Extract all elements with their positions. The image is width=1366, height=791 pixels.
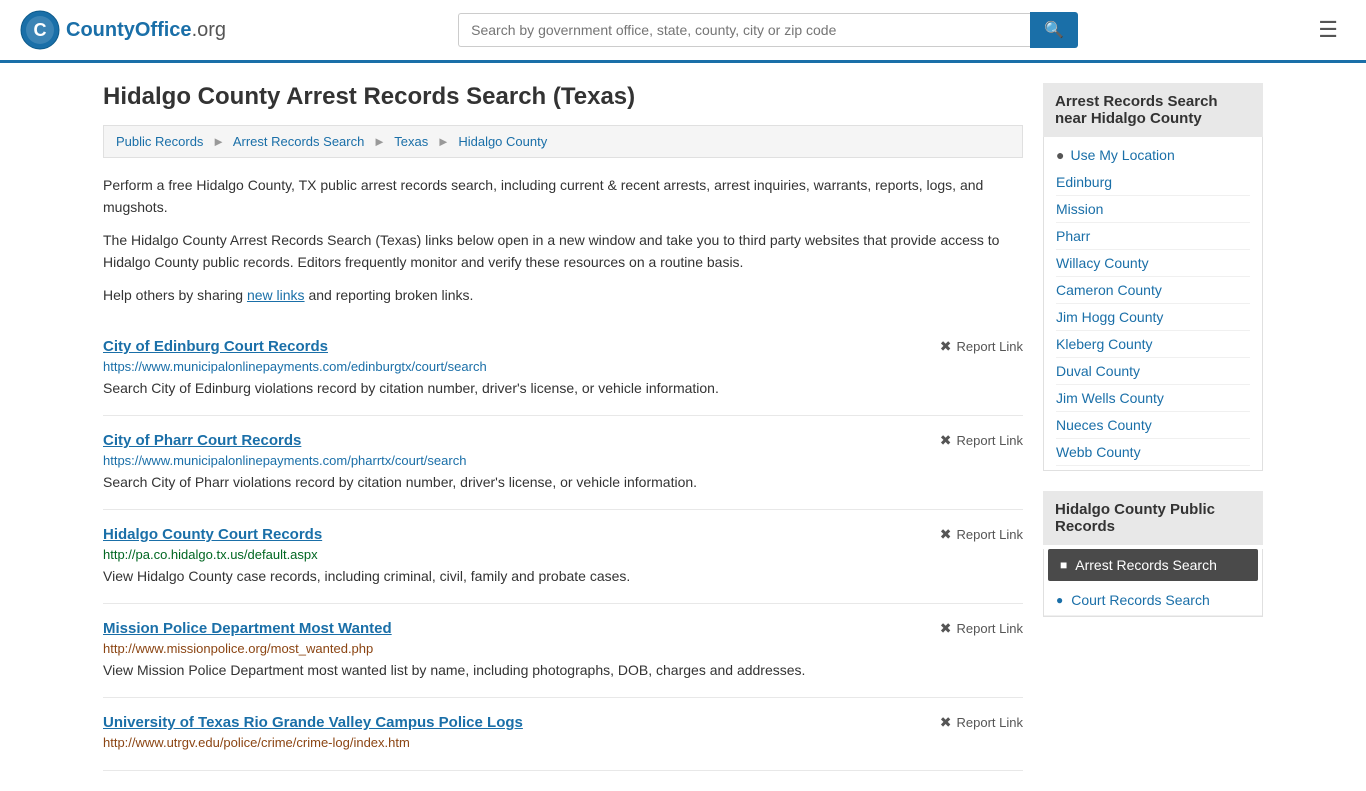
link-entry: City of Edinburg Court Records ✖ Report … <box>103 322 1023 416</box>
sidebar-nearby-links: EdinburgMissionPharrWillacy CountyCamero… <box>1056 169 1250 466</box>
page-title: Hidalgo County Arrest Records Search (Te… <box>103 83 1023 111</box>
link-title-2[interactable]: Hidalgo County Court Records <box>103 526 322 543</box>
link-title-3[interactable]: Mission Police Department Most Wanted <box>103 620 392 637</box>
intro-para2: The Hidalgo County Arrest Records Search… <box>103 229 1023 274</box>
report-link-btn-0[interactable]: ✖ Report Link <box>940 338 1023 355</box>
link-title-0[interactable]: City of Edinburg Court Records <box>103 338 328 355</box>
link-entry: Mission Police Department Most Wanted ✖ … <box>103 604 1023 698</box>
logo-area: C CountyOffice.org <box>20 10 226 50</box>
sidebar-nearby-link-2[interactable]: Pharr <box>1056 223 1250 250</box>
intro-para3-suffix: and reporting broken links. <box>305 287 474 303</box>
breadcrumb-sep-1: ► <box>212 134 225 149</box>
sidebar-nearby-link-5[interactable]: Jim Hogg County <box>1056 304 1250 331</box>
search-icon: 🔍 <box>1044 22 1064 39</box>
sidebar-nearby-link-0[interactable]: Edinburg <box>1056 169 1250 196</box>
location-pin-icon: ● <box>1056 147 1064 163</box>
use-my-location[interactable]: ● Use My Location <box>1056 141 1250 169</box>
report-link-btn-4[interactable]: ✖ Report Link <box>940 714 1023 731</box>
link-entry-header-1: City of Pharr Court Records ✖ Report Lin… <box>103 432 1023 449</box>
link-url-4: http://www.utrgv.edu/police/crime/crime-… <box>103 735 1023 750</box>
breadcrumb-arrest-records[interactable]: Arrest Records Search <box>233 134 365 149</box>
menu-button[interactable]: ☰ <box>1310 13 1346 47</box>
court-records-label: Court Records Search <box>1071 592 1210 608</box>
intro-para3: Help others by sharing new links and rep… <box>103 284 1023 306</box>
sidebar-public-records-body: ■ Arrest Records Search ● Court Records … <box>1043 549 1263 617</box>
sidebar-nearby-link-3[interactable]: Willacy County <box>1056 250 1250 277</box>
intro-para3-prefix: Help others by sharing <box>103 287 247 303</box>
logo-icon: C <box>20 10 60 50</box>
sidebar-nearby-link-10[interactable]: Webb County <box>1056 439 1250 466</box>
arrest-records-label: Arrest Records Search <box>1075 557 1217 573</box>
link-entry: City of Pharr Court Records ✖ Report Lin… <box>103 416 1023 510</box>
sidebar-nearby-link-8[interactable]: Jim Wells County <box>1056 385 1250 412</box>
link-url-2: http://pa.co.hidalgo.tx.us/default.aspx <box>103 547 1023 562</box>
sidebar-nearby-header: Arrest Records Search near Hidalgo Count… <box>1043 83 1263 137</box>
link-desc-0: Search City of Edinburg violations recor… <box>103 378 1023 399</box>
link-entry-header-4: University of Texas Rio Grande Valley Ca… <box>103 714 1023 731</box>
report-icon-2: ✖ <box>940 526 952 543</box>
content: Hidalgo County Arrest Records Search (Te… <box>103 83 1023 771</box>
logo-text: CountyOffice.org <box>66 19 226 42</box>
breadcrumb-sep-2: ► <box>373 134 386 149</box>
breadcrumb-texas[interactable]: Texas <box>394 134 428 149</box>
sidebar-public-records-header: Hidalgo County Public Records <box>1043 491 1263 545</box>
court-records-icon: ● <box>1056 593 1063 607</box>
breadcrumb: Public Records ► Arrest Records Search ►… <box>103 125 1023 158</box>
report-icon-0: ✖ <box>940 338 952 355</box>
link-entry: Hidalgo County Court Records ✖ Report Li… <box>103 510 1023 604</box>
link-entry-header-2: Hidalgo County Court Records ✖ Report Li… <box>103 526 1023 543</box>
search-input[interactable] <box>458 13 1030 47</box>
arrest-records-icon: ■ <box>1060 558 1067 572</box>
use-my-location-label: Use My Location <box>1070 147 1174 163</box>
breadcrumb-hidalgo[interactable]: Hidalgo County <box>458 134 547 149</box>
link-title-1[interactable]: City of Pharr Court Records <box>103 432 301 449</box>
sidebar: Arrest Records Search near Hidalgo Count… <box>1043 83 1263 771</box>
sidebar-nearby-body: ● Use My Location EdinburgMissionPharrWi… <box>1043 137 1263 471</box>
link-entry-header-0: City of Edinburg Court Records ✖ Report … <box>103 338 1023 355</box>
search-button[interactable]: 🔍 <box>1030 12 1078 48</box>
link-url-3: http://www.missionpolice.org/most_wanted… <box>103 641 1023 656</box>
sidebar-nearby-section: Arrest Records Search near Hidalgo Count… <box>1043 83 1263 471</box>
sidebar-nearby-link-4[interactable]: Cameron County <box>1056 277 1250 304</box>
sidebar-nearby-link-1[interactable]: Mission <box>1056 196 1250 223</box>
report-link-btn-2[interactable]: ✖ Report Link <box>940 526 1023 543</box>
link-entry-header-3: Mission Police Department Most Wanted ✖ … <box>103 620 1023 637</box>
arrest-records-active-btn[interactable]: ■ Arrest Records Search <box>1048 549 1258 581</box>
report-icon-1: ✖ <box>940 432 952 449</box>
sidebar-nearby-link-7[interactable]: Duval County <box>1056 358 1250 385</box>
sidebar-nearby-link-6[interactable]: Kleberg County <box>1056 331 1250 358</box>
sidebar-public-records-section: Hidalgo County Public Records ■ Arrest R… <box>1043 491 1263 617</box>
intro-para1: Perform a free Hidalgo County, TX public… <box>103 174 1023 219</box>
breadcrumb-sep-3: ► <box>437 134 450 149</box>
svg-text:C: C <box>34 20 47 40</box>
breadcrumb-public-records[interactable]: Public Records <box>116 134 203 149</box>
link-desc-1: Search City of Pharr violations record b… <box>103 472 1023 493</box>
report-link-btn-1[interactable]: ✖ Report Link <box>940 432 1023 449</box>
link-desc-3: View Mission Police Department most want… <box>103 660 1023 681</box>
link-desc-2: View Hidalgo County case records, includ… <box>103 566 1023 587</box>
sidebar-nearby-link-9[interactable]: Nueces County <box>1056 412 1250 439</box>
search-area: 🔍 <box>458 12 1078 48</box>
header: C CountyOffice.org 🔍 ☰ <box>0 0 1366 63</box>
link-entry: University of Texas Rio Grande Valley Ca… <box>103 698 1023 771</box>
hamburger-icon: ☰ <box>1318 17 1338 42</box>
links-container: City of Edinburg Court Records ✖ Report … <box>103 322 1023 771</box>
link-url-1: https://www.municipalonlinepayments.com/… <box>103 453 1023 468</box>
report-icon-4: ✖ <box>940 714 952 731</box>
link-url-0: https://www.municipalonlinepayments.com/… <box>103 359 1023 374</box>
report-link-btn-3[interactable]: ✖ Report Link <box>940 620 1023 637</box>
court-records-link[interactable]: ● Court Records Search <box>1044 585 1262 616</box>
link-title-4[interactable]: University of Texas Rio Grande Valley Ca… <box>103 714 523 731</box>
main-container: Hidalgo County Arrest Records Search (Te… <box>83 63 1283 791</box>
report-icon-3: ✖ <box>940 620 952 637</box>
new-links[interactable]: new links <box>247 287 305 303</box>
